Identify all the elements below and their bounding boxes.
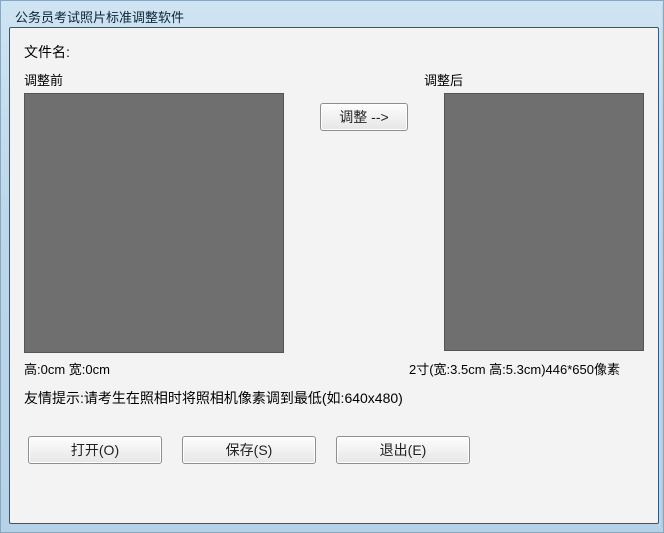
filename-row: 文件名: (24, 42, 644, 62)
title-bar[interactable]: 公务员考试照片标准调整软件 (9, 5, 659, 27)
images-row: 调整 --> (24, 93, 644, 353)
before-dimensions: 高:0cm 宽:0cm (24, 362, 110, 377)
before-label: 调整前 (24, 73, 63, 88)
after-image-placeholder (444, 93, 644, 351)
open-button[interactable]: 打开(O) (28, 436, 162, 464)
save-button[interactable]: 保存(S) (182, 436, 316, 464)
resize-edge-right[interactable] (659, 5, 663, 528)
center-column: 调整 --> (284, 93, 444, 131)
filename-label: 文件名: (24, 44, 70, 60)
adjust-button[interactable]: 调整 --> (320, 103, 407, 131)
after-dimensions: 2寸(宽:3.5cm 高:5.3cm)446*650像素 (409, 362, 620, 377)
hint-text: 友情提示:请考生在照相时将照相机像素调到最低(如:640x480) (24, 388, 644, 408)
before-image-placeholder (24, 93, 284, 353)
after-label: 调整后 (424, 73, 463, 88)
exit-button[interactable]: 退出(E) (336, 436, 470, 464)
client-area: 文件名: 调整前 调整后 调整 --> 高:0cm 宽:0cm 2寸(宽:3.5… (9, 27, 659, 524)
dimensions-row: 高:0cm 宽:0cm 2寸(宽:3.5cm 高:5.3cm)446*650像素 (24, 359, 644, 378)
app-window: 公务员考试照片标准调整软件 文件名: 调整前 调整后 调整 --> 高:0cm … (0, 0, 664, 533)
bottom-buttons: 打开(O) 保存(S) 退出(E) (28, 436, 644, 464)
window-title: 公务员考试照片标准调整软件 (15, 7, 184, 26)
image-labels-row: 调整前 调整后 (24, 70, 644, 89)
